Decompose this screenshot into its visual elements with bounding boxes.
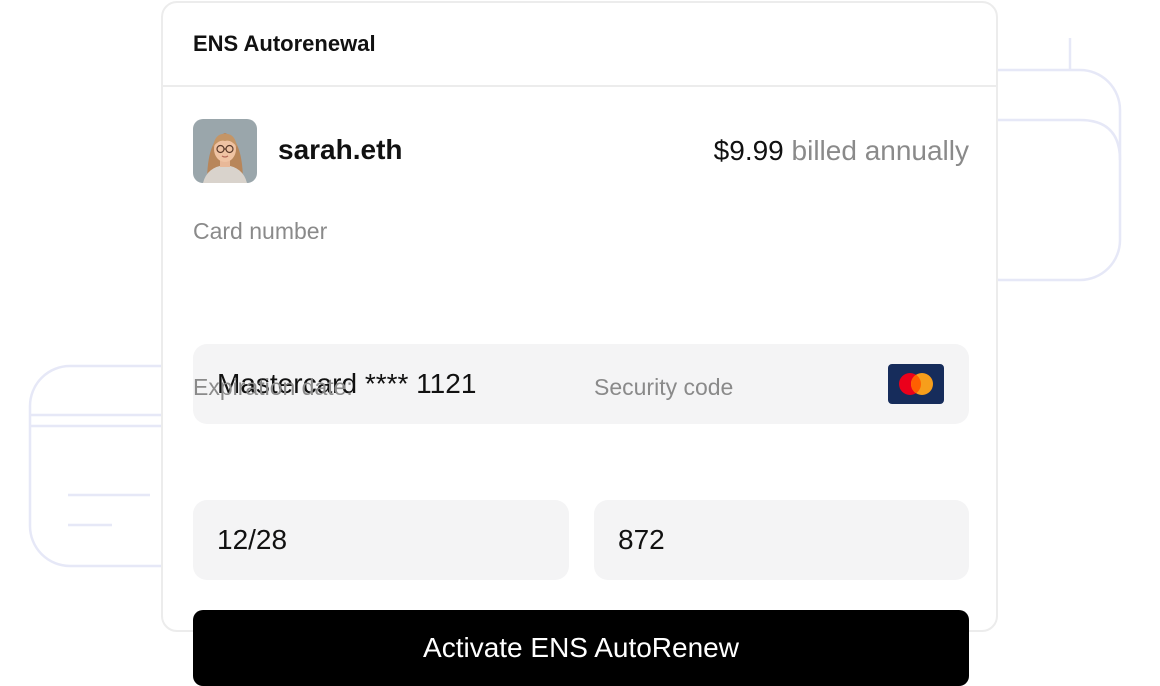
expiration-date-label: Expiration date: <box>193 374 353 400</box>
billing-period: billed annually <box>791 135 969 166</box>
activate-autorenew-button[interactable]: Activate ENS AutoRenew <box>193 610 969 686</box>
security-code-field[interactable] <box>594 500 969 580</box>
dialog-title: ENS Autorenewal <box>193 31 376 56</box>
account-row: sarah.eth $9.99 billed annually <box>193 119 969 183</box>
price-amount: $9.99 <box>713 135 784 166</box>
avatar <box>193 119 257 183</box>
price-summary: $9.99 billed annually <box>714 135 969 167</box>
account-name: sarah.eth <box>278 134 403 165</box>
card-number-label: Card number <box>193 218 328 244</box>
expiration-date-field[interactable] <box>193 500 569 580</box>
dialog-header: ENS Autorenewal <box>163 3 996 87</box>
mastercard-icon <box>888 364 944 404</box>
autorenewal-dialog: ENS Autorenewal sarah.eth $9.99 billed a… <box>161 1 998 686</box>
security-code-label: Security code <box>594 374 734 400</box>
